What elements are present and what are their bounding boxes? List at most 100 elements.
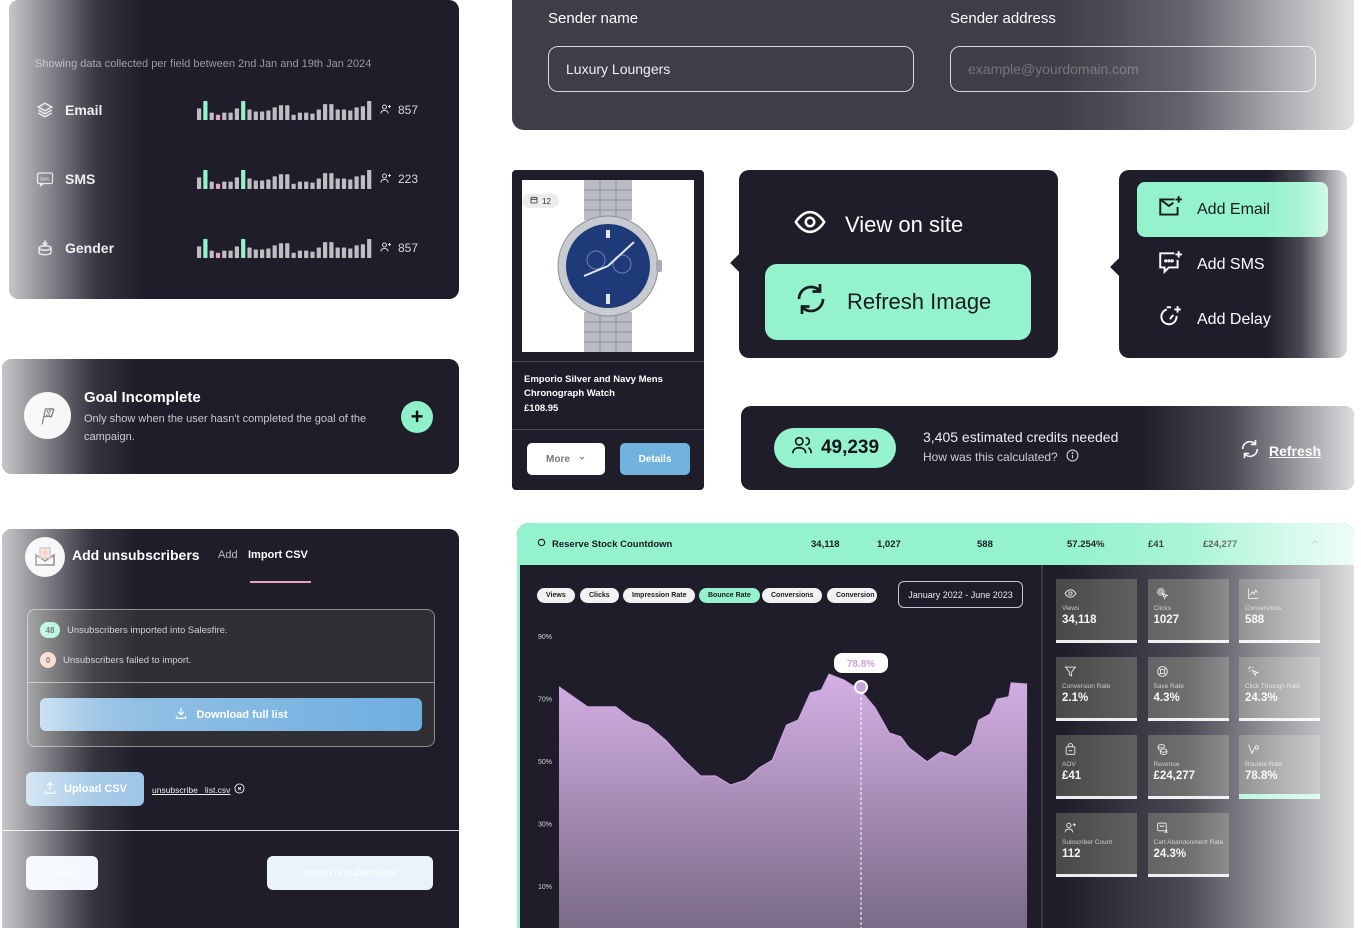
upload-icon xyxy=(43,781,57,798)
active-tab-indicator xyxy=(250,581,311,583)
spark-bar xyxy=(247,109,252,120)
spark-bar xyxy=(329,173,334,189)
field-label: SMS xyxy=(65,171,96,187)
add-email-item[interactable]: Add Email xyxy=(1137,182,1328,237)
spark-bar xyxy=(272,245,277,258)
stat-tile-subscriber-count[interactable]: Subscriber Count 112 xyxy=(1056,813,1137,877)
spark-bar xyxy=(209,181,214,189)
stat-label: Cart Abandonment Rate xyxy=(1153,839,1224,846)
field-row-email[interactable]: Email 857 xyxy=(35,98,435,122)
chevron-down-icon xyxy=(578,454,586,465)
spark-bar xyxy=(354,176,359,189)
sms-icon: SMS xyxy=(35,169,55,189)
stat-value: 24.3% xyxy=(1245,692,1278,704)
field-label: Email xyxy=(65,102,103,118)
field-count: 223 xyxy=(380,172,418,187)
stat-label: Conversions xyxy=(1245,605,1282,612)
field-sparkbars xyxy=(197,170,372,189)
stat-label: Clicks xyxy=(1153,605,1171,612)
calculation-help[interactable]: How was this calculated? xyxy=(923,449,1079,465)
tooltip-marker[interactable] xyxy=(854,680,869,694)
spark-bar xyxy=(228,250,233,258)
spark-bar xyxy=(310,113,315,120)
spark-bar xyxy=(329,242,334,258)
stat-indicator xyxy=(1147,796,1229,799)
stat-label: Views xyxy=(1062,605,1080,612)
remove-file-icon[interactable] xyxy=(234,783,245,796)
stat-tile-views[interactable]: Views 34,118 xyxy=(1056,579,1137,643)
spark-bar xyxy=(341,247,347,258)
info-icon[interactable] xyxy=(1066,449,1079,465)
stat-label: AOV xyxy=(1062,761,1076,768)
y-tick-label: 70% xyxy=(538,697,552,704)
spark-bar xyxy=(354,107,359,120)
spark-bar xyxy=(222,250,227,258)
add-goal-button[interactable]: + xyxy=(401,401,433,433)
spark-bar xyxy=(260,111,265,120)
stat-tile-bounce-rate[interactable]: Bounce Rate 78.8% xyxy=(1239,735,1320,799)
sender-name-input[interactable] xyxy=(548,46,914,92)
stat-tile-cart-abandonment-rate[interactable]: Cart Abandonment Rate 24.3% xyxy=(1147,813,1229,877)
spark-bar xyxy=(329,104,334,120)
stat-value: 112 xyxy=(1062,848,1081,860)
spark-bar xyxy=(222,112,227,120)
campaign-analytics-panel: Reserve Stock Countdown 34,118 1,027 588… xyxy=(517,523,1354,928)
more-dropdown-button[interactable]: More xyxy=(527,443,605,475)
tab-import-csv[interactable]: Import CSV xyxy=(248,549,308,561)
stat-tile-conversions[interactable]: Conversions 588 xyxy=(1239,579,1320,643)
stat-value: 34,118 xyxy=(1062,614,1097,626)
stat-indicator xyxy=(1056,796,1137,799)
spark-bar xyxy=(285,174,290,189)
details-button[interactable]: Details xyxy=(620,443,690,475)
spark-bar xyxy=(215,252,221,258)
spark-bar xyxy=(253,180,258,189)
view-on-site-item[interactable]: View on site xyxy=(765,187,1031,263)
failed-row: 0 Unsubscribers failed to import. xyxy=(40,652,191,668)
spark-bar xyxy=(203,101,208,120)
spark-bar xyxy=(247,247,252,258)
import-results-panel: 48 Unsubscribers imported into Salesfire… xyxy=(27,609,435,747)
spark-bar xyxy=(241,239,246,258)
field-count: 857 xyxy=(380,241,418,256)
unsubscribers-title: Add unsubscribers xyxy=(72,547,200,563)
spark-bar xyxy=(316,109,321,120)
sender-address-input[interactable] xyxy=(950,46,1316,92)
spark-bar xyxy=(266,110,271,120)
cancel-button[interactable]: Cancel xyxy=(26,856,98,890)
spark-bar xyxy=(260,180,265,189)
tab-add[interactable]: Add xyxy=(218,549,238,561)
stat-tile-aov[interactable]: AOV £41 xyxy=(1056,735,1137,799)
add-delay-item[interactable]: Add Delay xyxy=(1137,292,1328,347)
file-name[interactable]: unsubscribe _list.csv xyxy=(152,785,230,795)
field-row-sms[interactable]: SMS SMS 223 xyxy=(35,167,435,191)
add-sms-item[interactable]: Add SMS xyxy=(1137,237,1328,292)
spark-bar xyxy=(297,250,302,258)
stat-value: £41 xyxy=(1062,770,1082,782)
stat-tile-revenue[interactable]: Revenue £24,277 xyxy=(1147,735,1229,799)
refresh-image-label: Refresh Image xyxy=(847,289,992,314)
chevron-up-icon[interactable] xyxy=(1310,537,1320,550)
stat-tile-click-through-rate[interactable]: Click Through Rate 24.3% xyxy=(1239,657,1320,721)
refresh-icon xyxy=(1239,438,1261,463)
stat-tile-conversion-rate[interactable]: Conversion Rate 2.1% xyxy=(1056,657,1137,721)
audience-count-pill: 49,239 xyxy=(774,428,896,468)
panel-divider xyxy=(1041,565,1043,928)
stat-tile-clicks[interactable]: Clicks 1027 xyxy=(1147,579,1229,643)
refresh-image-item[interactable]: Refresh Image xyxy=(765,264,1031,340)
field-count-value: 223 xyxy=(398,172,419,186)
refresh-credits-button[interactable]: Refresh xyxy=(1239,438,1321,463)
y-tick-label: 90% xyxy=(538,634,552,641)
product-divider xyxy=(512,429,704,430)
eye-icon xyxy=(793,205,827,245)
stat-indicator xyxy=(1056,718,1137,721)
download-icon xyxy=(174,706,188,723)
download-full-list-button[interactable]: Download full list xyxy=(40,698,422,731)
upload-csv-button[interactable]: Upload CSV xyxy=(26,772,144,806)
field-row-gender[interactable]: Gender 857 xyxy=(35,236,435,260)
stat-tile-save-rate[interactable]: Save Rate 4.3% xyxy=(1147,657,1229,721)
spark-bar xyxy=(354,245,359,258)
chart-area xyxy=(559,674,1028,928)
footer-divider xyxy=(2,830,459,831)
field-label: Gender xyxy=(65,240,115,256)
import-unsubscribers-button[interactable]: Import unsubscribers xyxy=(267,856,433,890)
